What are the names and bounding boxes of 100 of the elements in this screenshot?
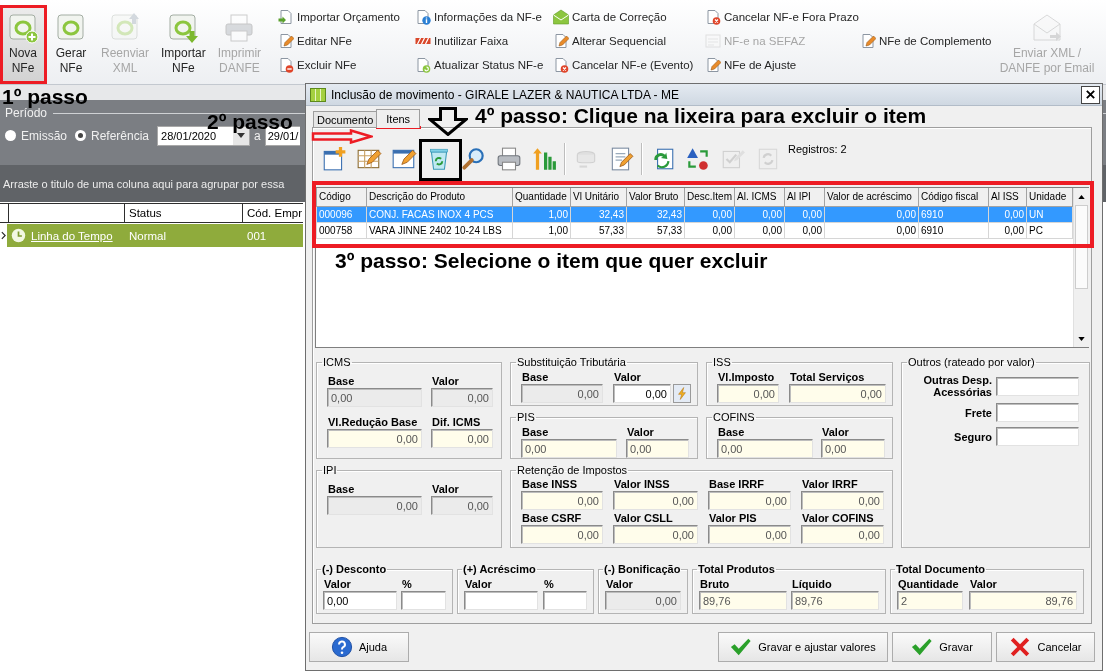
input-field[interactable]: 0,00 [613,384,671,403]
table-cell: 32,43 [570,206,627,222]
input-field[interactable]: 0,00 [327,388,422,407]
lookup-button[interactable] [673,384,691,403]
radio-button[interactable] [5,130,16,141]
input-field[interactable]: 0,00 [431,429,493,448]
input-field[interactable]: 0,00 [605,591,681,610]
field-label: Base [522,426,550,438]
column-header[interactable]: Descrição do Produto [366,188,513,206]
table-cell: 000758 [316,222,367,238]
input-field[interactable]: 0,00 [431,388,493,407]
tab[interactable]: Documento [313,111,378,127]
input-field[interactable]: 0,00 [521,384,603,403]
ribbon-button[interactable]: Importar NFe [156,6,211,83]
pointer-arrow [428,107,468,136]
field-label: Quantidade [898,578,960,590]
ribbon-button[interactable]: Excluir NFe [276,54,359,76]
input-field[interactable]: 0,00 [521,525,603,544]
field-label: Valor [465,578,493,590]
ribbon-button[interactable]: Importar Orçamento [276,6,402,28]
ribbon-button[interactable]: Atualizar Status NF-e [413,54,546,76]
ribbon-button[interactable]: NFe de Ajuste [703,54,799,76]
input-field[interactable]: 0,00 [708,491,791,510]
envelope-arrow-icon [1031,12,1063,44]
help-button[interactable]: Ajuda [309,632,409,662]
input-field[interactable]: 0,00 [708,525,791,544]
input-field[interactable] [996,427,1079,446]
field-label: Base INSS [522,478,579,490]
input-field[interactable]: 0,00 [801,491,884,510]
field-label: Base CSRF [522,512,583,524]
input-field[interactable]: 89,76 [969,591,1077,610]
cancel-button[interactable]: Cancelar [996,632,1095,662]
input-field[interactable]: 0,00 [821,439,885,458]
ribbon-button[interactable]: Cancelar NF-e (Evento) [551,54,696,76]
input-field[interactable]: 0,00 [626,439,689,458]
column-header[interactable]: Valor de acréscimo [824,188,919,206]
column-header[interactable]: Quantidade [512,188,571,206]
input-field[interactable]: 0,00 [323,591,397,610]
input-field[interactable]: 0,00 [801,525,884,544]
input-field[interactable]: 0,00 [613,491,698,510]
column-header[interactable]: Código [316,188,367,206]
radio-button[interactable] [75,130,86,141]
close-button[interactable] [1081,85,1100,104]
field-label: Base [522,371,550,383]
field-label: Seguro [953,430,992,443]
field-label: Base [328,483,356,495]
column-header[interactable]: Al. ICMS [734,188,785,206]
field-label: Base [718,426,746,438]
group-title: Total Documento [895,563,986,576]
input-field[interactable] [543,591,587,610]
ribbon-button[interactable]: Carta de Correção [551,6,669,28]
input-field[interactable]: 89,76 [791,591,879,610]
save-button[interactable]: Gravar [892,632,992,662]
table-cell-text: Normal [128,229,168,242]
field-label: Valor [627,426,655,438]
field-label: Valor IRRF [802,478,859,490]
input-field[interactable]: 0,00 [327,429,422,448]
ribbon-button[interactable]: Alterar Sequencial [551,30,668,52]
input-field[interactable] [464,591,538,610]
column-header[interactable]: Al ISS [988,188,1027,206]
ribbon-button[interactable]: Inutilizar Faixa [413,30,511,52]
ribbon-button[interactable]: Cancelar NF-e Fora Prazo [703,6,861,28]
group-title: COFINS [712,411,756,424]
radio-label[interactable]: Referência [91,128,150,143]
field-label: Valor [970,578,998,590]
ribbon-button[interactable]: Editar NFe [276,30,354,52]
save-adjust-button[interactable]: Gravar e ajustar valores [718,632,888,662]
column-header[interactable]: Status [125,204,243,222]
column-header[interactable]: Código fiscal [918,188,989,206]
column-header[interactable]: Desc.Item [684,188,735,206]
radio-label[interactable]: Emissão [21,128,67,143]
field-label: Valor [606,578,634,590]
input-field[interactable]: 0,00 [717,439,813,458]
input-field[interactable]: 0,00 [789,384,886,403]
input-field[interactable]: 89,76 [699,591,787,610]
input-field[interactable]: 0,00 [521,439,617,458]
input-field[interactable] [996,403,1079,422]
table-row[interactable]: 000758 VARA JINNE 2402 10-24 LBS 1,00 57,33 57,33 0,00 0,00 0,00 0,00 6910 0,00 PC [316,222,1073,238]
field-label: Base [328,375,356,387]
input-field[interactable]: 0,00 [327,496,422,515]
input-field[interactable]: 0,00 [521,491,603,510]
envelope-icon [553,9,569,25]
ribbon-button[interactable]: Informações da NF-e [413,6,544,28]
input-field[interactable]: 2 [897,591,963,610]
input-field[interactable] [401,591,446,610]
tab[interactable]: Itens [376,109,421,128]
input-field[interactable]: 0,00 [613,525,698,544]
ribbon-button[interactable]: Gerar NFe [48,6,94,83]
column-header[interactable]: Cód. Empr [243,204,303,222]
column-header[interactable]: Valor Bruto [626,188,685,206]
input-field[interactable]: 0,00 [717,384,779,403]
scroll-thumb[interactable] [1075,205,1088,289]
table-cell: 0,00 [824,206,919,222]
column-header[interactable]: Unidade [1026,188,1073,206]
field-label: Bruto [700,578,731,590]
input-field[interactable]: 0,00 [431,496,493,515]
column-header[interactable]: Al IPI [784,188,825,206]
input-field[interactable] [996,376,1079,396]
tile-plus-icon [7,12,39,44]
column-header[interactable]: Vl Unitário [570,188,627,206]
